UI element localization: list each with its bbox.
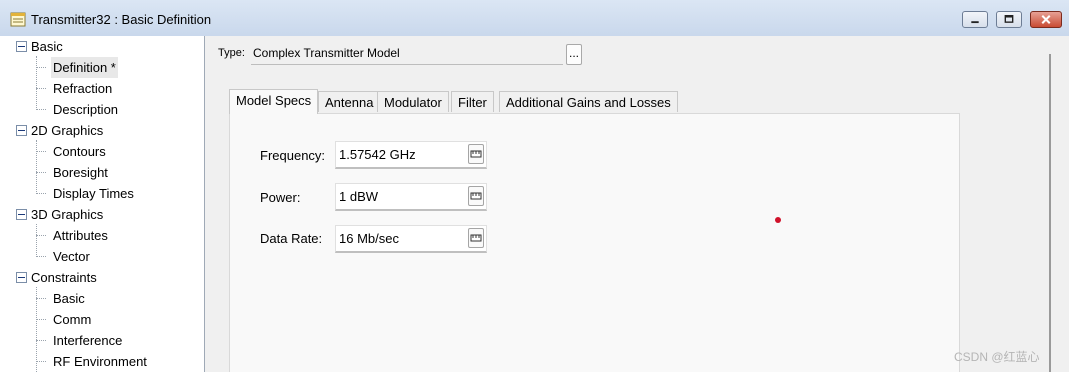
close-icon [1041, 15, 1051, 24]
tab-antenna[interactable]: Antenna [318, 91, 381, 112]
tree-item-description[interactable]: Description [0, 99, 204, 120]
tree-group-basic[interactable]: Basic [0, 36, 204, 57]
tree-item-boresight[interactable]: Boresight [0, 162, 204, 183]
type-field: Complex Transmitter Model [251, 43, 563, 65]
window-title: Transmitter32 : Basic Definition [31, 12, 212, 27]
tree-item-label: Attributes [53, 228, 108, 243]
power-units-button[interactable] [468, 186, 484, 206]
tree-item-contours[interactable]: Contours [0, 141, 204, 162]
tree-group-constraints[interactable]: Constraints [0, 267, 204, 288]
tree-item-label: Interference [53, 333, 123, 348]
collapse-icon[interactable] [16, 272, 27, 283]
tree-item-interference[interactable]: Interference [0, 330, 204, 351]
tree-group-label: Basic [31, 39, 63, 54]
tree-group-3d-graphics[interactable]: 3D Graphics [0, 204, 204, 225]
type-browse-button[interactable]: ... [566, 44, 582, 65]
units-icon [470, 192, 482, 200]
tree-group-label: 3D Graphics [31, 207, 104, 222]
red-marker-dot [775, 217, 781, 223]
tree-item-label: Contours [53, 144, 106, 159]
tree-item-attributes[interactable]: Attributes [0, 225, 204, 246]
navigation-tree: Basic Definition * Refraction Descriptio… [0, 36, 205, 372]
tree-item-refraction[interactable]: Refraction [0, 78, 204, 99]
frequency-label: Frequency: [260, 148, 326, 163]
tree-group-label: Constraints [31, 270, 97, 285]
units-icon [470, 150, 482, 158]
tab-modulator[interactable]: Modulator [377, 91, 449, 112]
tree-item-label: Comm [53, 312, 92, 327]
tree-item-comm[interactable]: Comm [0, 309, 204, 330]
tree-item-label: Basic [53, 291, 85, 306]
scrollbar-track[interactable] [1049, 54, 1051, 372]
units-icon [470, 234, 482, 242]
tab-additional-gains-losses[interactable]: Additional Gains and Losses [499, 91, 678, 112]
close-button[interactable] [1030, 11, 1062, 28]
tree-item-label: Refraction [53, 81, 113, 96]
tree-item-label: Description [53, 102, 119, 117]
type-label: Type: [218, 47, 245, 59]
tree-group-label: 2D Graphics [31, 123, 104, 138]
maximize-button[interactable] [996, 11, 1022, 28]
notepad-icon [10, 12, 26, 27]
tree-item-rf-environment[interactable]: RF Environment [0, 351, 204, 372]
collapse-icon[interactable] [16, 125, 27, 136]
tab-model-specs[interactable]: Model Specs [229, 89, 319, 114]
vertical-scrollbar[interactable] [1041, 36, 1069, 372]
tree-item-label: Display Times [53, 186, 134, 201]
tree-item-constraints-basic[interactable]: Basic [0, 288, 204, 309]
tree-item-label: RF Environment [53, 354, 147, 369]
power-label: Power: [260, 190, 301, 205]
tab-filter[interactable]: Filter [451, 91, 494, 112]
frequency-units-button[interactable] [468, 144, 484, 164]
tree-item-label: Boresight [53, 165, 108, 180]
power-field[interactable]: 1 dBW [335, 183, 487, 211]
tree-group-2d-graphics[interactable]: 2D Graphics [0, 120, 204, 141]
watermark: CSDN @红蓝心 [954, 350, 1040, 364]
title-bar: Transmitter32 : Basic Definition [0, 0, 1069, 37]
tree-item-definition[interactable]: Definition * [0, 57, 204, 78]
tree-item-label: Vector [53, 249, 90, 264]
data-rate-label: Data Rate: [260, 231, 323, 246]
collapse-icon[interactable] [16, 41, 27, 52]
data-rate-units-button[interactable] [468, 228, 484, 248]
data-rate-field[interactable]: 16 Mb/sec [335, 225, 487, 253]
collapse-icon[interactable] [16, 209, 27, 220]
tree-item-label: Definition * [51, 57, 118, 78]
maximize-icon [1004, 15, 1014, 23]
frequency-field[interactable]: 1.57542 GHz [335, 141, 487, 169]
tree-item-display-times[interactable]: Display Times [0, 183, 204, 204]
minimize-button[interactable] [962, 11, 988, 28]
minimize-icon [971, 21, 979, 24]
tree-item-vector[interactable]: Vector [0, 246, 204, 267]
